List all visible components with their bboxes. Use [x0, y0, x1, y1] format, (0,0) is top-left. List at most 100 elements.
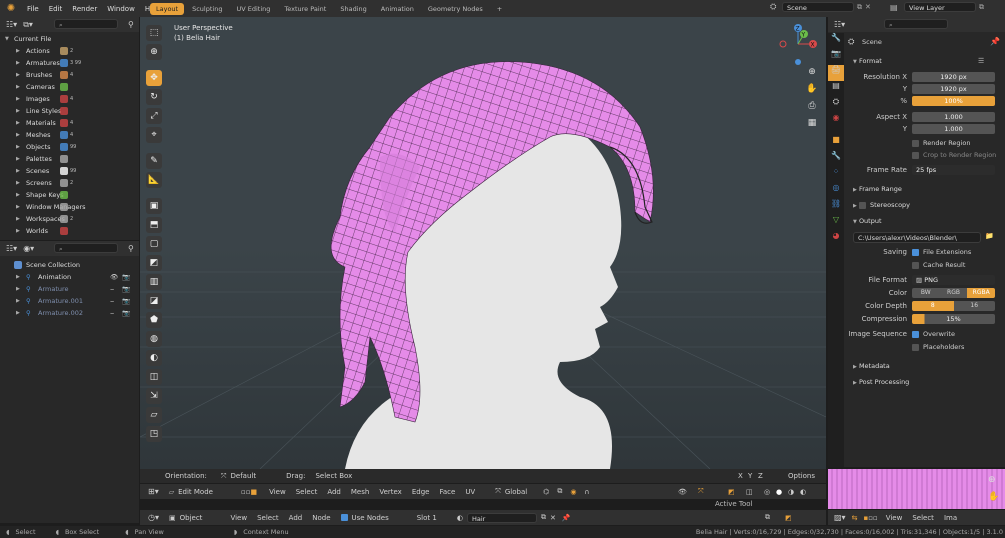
color-depth-16-button[interactable]: 16 — [953, 301, 995, 311]
tab-geometry-nodes[interactable]: Geometry Nodes — [422, 3, 489, 15]
visibility-eye-icon[interactable]: ⌣ — [110, 307, 114, 319]
menu-vertex[interactable]: Vertex — [379, 488, 402, 496]
overlay-icon[interactable]: ◩ — [728, 488, 735, 496]
measure-tool[interactable]: 📐 — [146, 172, 162, 188]
file-format-dropdown[interactable]: ▨ PNG — [912, 275, 995, 285]
placeholders-checkbox[interactable] — [912, 343, 919, 351]
new-view-layer-icon[interactable]: ⧉ — [979, 3, 984, 12]
inset-tool[interactable]: ▢ — [146, 236, 162, 252]
data-tab-icon[interactable]: ▽ — [828, 215, 844, 231]
res-x-field[interactable]: 1920 px — [912, 72, 995, 82]
aspect-y-field[interactable]: 1.000 — [912, 124, 995, 134]
render-camera-icon[interactable]: 📷 — [122, 307, 130, 319]
add-cube-tool[interactable]: ▣ — [146, 198, 162, 214]
outliner-search-input[interactable]: ⌕ — [54, 19, 118, 29]
zoom-icon[interactable]: ⊕ — [804, 67, 820, 84]
active-tool-label[interactable]: Active Tool — [715, 500, 752, 508]
editor-type-icon[interactable]: ☷▾ — [6, 244, 17, 253]
shader-type-dropdown[interactable]: Object — [180, 514, 203, 522]
render-tab-icon[interactable]: 📷 — [828, 49, 844, 65]
menu-file[interactable]: File — [22, 5, 44, 13]
cache-result-row[interactable]: Cache Result — [912, 261, 965, 269]
overwrite-row[interactable]: Overwrite — [912, 330, 955, 338]
smooth-tool[interactable]: ◐ — [146, 350, 162, 366]
tab-shading[interactable]: Shading — [334, 3, 372, 15]
cursor-tool[interactable]: ⊕ — [146, 44, 162, 60]
overwrite-checkbox[interactable] — [912, 330, 919, 338]
view-layer-field[interactable]: View Layer — [904, 2, 976, 12]
display-mode-icon[interactable]: ◉▾ — [23, 244, 34, 253]
tree-item[interactable]: ▶ Workspaces 2 — [0, 213, 139, 225]
placeholders-row[interactable]: Placeholders — [912, 343, 964, 351]
material-shading-icon[interactable]: ◑ — [788, 488, 794, 496]
extrude-tool[interactable]: ⬒ — [146, 217, 162, 233]
format-section-header[interactable]: ▼ Format — [853, 57, 882, 65]
image-menu-select[interactable]: Select — [912, 514, 934, 522]
image-editor-canvas[interactable]: ⊕ ✋ — [828, 469, 1005, 509]
editor-type-icon[interactable]: ◷▾ — [148, 513, 159, 522]
output-path-field[interactable]: C:\Users\alexr\Videos\Blender\ — [853, 232, 981, 243]
node-menu-select[interactable]: Select — [257, 514, 279, 522]
face-select-icon[interactable]: ■ — [250, 488, 257, 496]
collection-item[interactable]: ▶ ⚲ Armature.002 ⌣ 📷 — [0, 307, 139, 319]
post-processing-section-header[interactable]: ▶ Post Processing — [853, 378, 909, 386]
tab-sculpting[interactable]: Sculpting — [186, 3, 228, 15]
spin-tool[interactable]: ◍ — [146, 331, 162, 347]
tab-uv-editing[interactable]: UV Editing — [230, 3, 276, 15]
expand-arrow-icon[interactable]: ▶ — [16, 81, 20, 93]
expand-arrow-icon[interactable]: ▶ — [16, 213, 20, 225]
editor-type-icon[interactable]: ☷▾ — [6, 20, 17, 29]
pan-hand-icon[interactable]: ✋ — [804, 84, 820, 101]
snap-node-icon[interactable]: ⧉ — [765, 513, 770, 522]
expand-arrow-icon[interactable]: ▶ — [16, 105, 20, 117]
wireframe-shading-icon[interactable]: ◎ — [764, 488, 770, 496]
render-camera-icon[interactable]: 📷 — [122, 283, 130, 295]
filter-icon[interactable]: ⚲ — [128, 244, 134, 253]
uv-sync-icon[interactable]: ⇆ — [852, 514, 858, 522]
unlink-material-icon[interactable]: ✕ — [550, 514, 556, 522]
expand-arrow-icon[interactable]: ▶ — [16, 201, 20, 213]
collection-item[interactable]: ▶ ⚲ Armature.001 ⌣ 📷 — [0, 295, 139, 307]
loop-cut-tool[interactable]: ▥ — [146, 274, 162, 290]
tree-item[interactable]: ▶ Shape Keys — [0, 189, 139, 201]
menu-mesh[interactable]: Mesh — [351, 488, 369, 496]
tree-item[interactable]: ▶ Materials 4 — [0, 117, 139, 129]
poly-build-tool[interactable]: ⬟ — [146, 312, 162, 328]
tab-texture-paint[interactable]: Texture Paint — [278, 3, 332, 15]
use-nodes-checkbox[interactable] — [340, 514, 348, 521]
add-workspace-button[interactable]: + — [491, 3, 508, 15]
drag-dropdown[interactable]: Select Box — [315, 472, 352, 480]
falloff-icon[interactable]: ∩ — [584, 488, 589, 496]
editor-type-icon[interactable]: ▨▾ — [834, 513, 846, 522]
gizmo-toggle-icon[interactable]: ⤧ — [698, 487, 704, 496]
expand-arrow-icon[interactable]: ▶ — [16, 141, 20, 153]
rendered-shading-icon[interactable]: ◐ — [800, 488, 806, 496]
xray-icon[interactable]: ◫ — [746, 488, 753, 496]
proportional-edit-icon[interactable]: ◉ — [570, 488, 576, 496]
slot-dropdown[interactable]: Slot 1 — [417, 514, 437, 522]
frame-range-section-header[interactable]: ▶ Frame Range — [853, 185, 902, 193]
display-mode-icon[interactable]: ⧉▾ — [23, 20, 33, 30]
render-camera-icon[interactable]: 📷 — [122, 271, 130, 283]
menu-edit[interactable]: Edit — [44, 5, 68, 13]
new-scene-icon[interactable]: ⧉ — [857, 3, 862, 12]
tab-animation[interactable]: Animation — [375, 3, 420, 15]
percent-slider[interactable]: 100% — [912, 96, 995, 106]
3d-viewport[interactable]: User Perspective (1) Belia Hair Z X Y ⊕ … — [140, 17, 826, 469]
uv-face-icon[interactable]: ▫ — [873, 514, 878, 522]
visibility-eye-icon[interactable]: ⌣ — [110, 295, 114, 307]
metadata-section-header[interactable]: ▶ Metadata — [853, 362, 890, 370]
tree-item[interactable]: ▶ Armatures 3 99 — [0, 57, 139, 69]
tool-tab-icon[interactable]: 🔧 — [828, 33, 844, 49]
bevel-tool[interactable]: ◩ — [146, 255, 162, 271]
ortho-grid-icon[interactable]: ▦ — [804, 118, 820, 135]
file-extensions-checkbox[interactable] — [912, 248, 919, 256]
render-region-row[interactable]: Render Region — [912, 139, 970, 147]
snap-icon[interactable]: ⧉ — [557, 487, 562, 496]
tree-item[interactable]: ▶ Objects 99 — [0, 141, 139, 153]
menu-select[interactable]: Select — [296, 488, 318, 496]
visibility-icon[interactable]: 👁 — [678, 488, 687, 496]
render-camera-icon[interactable]: 📷 — [122, 295, 130, 307]
tree-item[interactable]: ▶ Line Styles — [0, 105, 139, 117]
editor-type-icon[interactable]: ⊞▾ — [148, 487, 159, 496]
